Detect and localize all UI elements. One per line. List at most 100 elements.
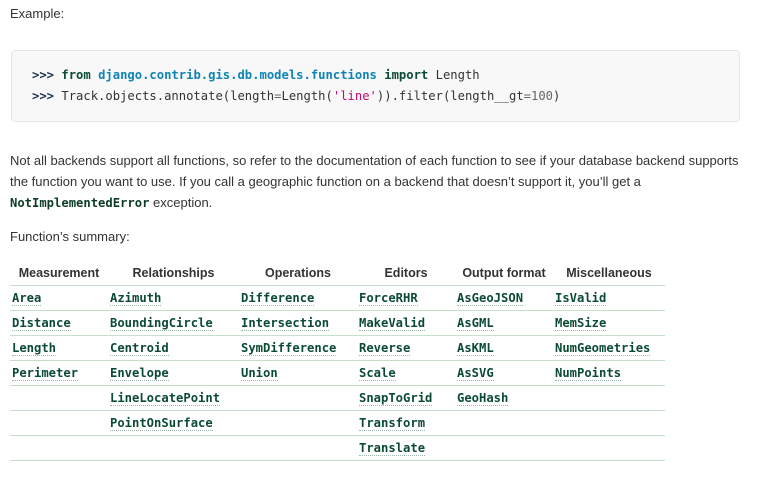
function-link[interactable]: MakeValid: [359, 316, 426, 331]
function-link[interactable]: AsGML: [457, 316, 494, 331]
table-cell: AsSVG: [455, 360, 553, 386]
table-cell: ForceRHR: [357, 285, 455, 311]
table-cell: Distance: [10, 310, 108, 336]
code-segment: )).filter(length__gt: [376, 89, 524, 103]
function-link[interactable]: Difference: [241, 291, 315, 306]
table-cell: MemSize: [553, 310, 665, 336]
function-link[interactable]: GeoHash: [457, 391, 509, 406]
function-link[interactable]: AsSVG: [457, 366, 494, 381]
table-cell: [10, 385, 108, 411]
table-cell: Azimuth: [108, 285, 239, 311]
table-cell: Perimeter: [10, 360, 108, 386]
function-link[interactable]: MemSize: [555, 316, 607, 331]
table-cell: LineLocatePoint: [108, 385, 239, 411]
header-relationships: Relationships: [108, 261, 239, 286]
inline-code-notimplementederror: NotImplementedError: [10, 196, 150, 210]
function-link[interactable]: PointOnSurface: [110, 416, 213, 431]
function-summary-table: Measurement Relationships Operations Edi…: [10, 261, 665, 461]
function-link[interactable]: BoundingCircle: [110, 316, 213, 331]
function-link[interactable]: Transform: [359, 416, 426, 431]
table-cell: Union: [239, 360, 357, 386]
function-link[interactable]: Scale: [359, 366, 396, 381]
code-number: 100: [531, 89, 554, 103]
table-cell: MakeValid: [357, 310, 455, 336]
function-link[interactable]: Centroid: [110, 341, 169, 356]
table-cell: BoundingCircle: [108, 310, 239, 336]
table-cell: [10, 410, 108, 436]
function-link[interactable]: Distance: [12, 316, 71, 331]
table-cell: NumGeometries: [553, 335, 665, 361]
function-link[interactable]: Intersection: [241, 316, 330, 331]
code-operator: =: [523, 89, 531, 103]
table-row: Translate: [10, 435, 665, 461]
function-link[interactable]: Translate: [359, 441, 426, 456]
table-header-row: Measurement Relationships Operations Edi…: [10, 261, 665, 286]
paragraph-text: exception.: [149, 195, 213, 210]
backend-support-paragraph: Not all backends support all functions, …: [10, 150, 750, 214]
header-editors: Editors: [357, 261, 455, 286]
table-cell: Intersection: [239, 310, 357, 336]
table-cell: [10, 435, 108, 461]
import-name: Length: [435, 68, 480, 82]
function-link[interactable]: Length: [12, 341, 57, 356]
table-row: Distance BoundingCircle Intersection Mak…: [10, 310, 665, 336]
prompt: >>>: [32, 89, 55, 103]
function-link[interactable]: SymDifference: [241, 341, 337, 356]
table-cell: AsGeoJSON: [455, 285, 553, 311]
header-operations: Operations: [239, 261, 357, 286]
prompt: >>>: [32, 68, 55, 82]
table-cell: Envelope: [108, 360, 239, 386]
function-link[interactable]: NumPoints: [555, 366, 622, 381]
table-cell: Centroid: [108, 335, 239, 361]
header-output-format: Output format: [455, 261, 553, 286]
function-link[interactable]: Area: [12, 291, 42, 306]
code-block: >>> from django.contrib.gis.db.models.fu…: [11, 50, 740, 122]
table-cell: NumPoints: [553, 360, 665, 386]
table-row: PointOnSurface Transform: [10, 410, 665, 436]
function-link[interactable]: AsKML: [457, 341, 494, 356]
code-string: 'line': [332, 89, 377, 103]
table-row: LineLocatePoint SnapToGrid GeoHash: [10, 385, 665, 411]
code-segment: Track.objects.annotate(length: [61, 89, 275, 103]
code-line-1: >>> from django.contrib.gis.db.models.fu…: [32, 68, 480, 82]
table-cell: [553, 435, 665, 461]
function-link[interactable]: Perimeter: [12, 366, 79, 381]
function-link[interactable]: LineLocatePoint: [110, 391, 221, 406]
function-link[interactable]: Union: [241, 366, 278, 381]
table-cell: [553, 410, 665, 436]
example-label: Example:: [10, 6, 65, 21]
keyword-import: import: [384, 68, 429, 82]
table-cell: PointOnSurface: [108, 410, 239, 436]
table-cell: SymDifference: [239, 335, 357, 361]
function-link[interactable]: Reverse: [359, 341, 411, 356]
table-row: Perimeter Envelope Union Scale AsSVG Num…: [10, 360, 665, 386]
code-operator: =: [274, 89, 282, 103]
table-cell: Transform: [357, 410, 455, 436]
code-segment: ): [553, 89, 561, 103]
paragraph-text: Not all backends support all functions, …: [10, 153, 739, 189]
table-cell: GeoHash: [455, 385, 553, 411]
table-cell: [239, 385, 357, 411]
function-link[interactable]: Azimuth: [110, 291, 162, 306]
table-cell: Length: [10, 335, 108, 361]
function-link[interactable]: NumGeometries: [555, 341, 651, 356]
function-link[interactable]: Envelope: [110, 366, 169, 381]
function-link[interactable]: AsGeoJSON: [457, 291, 524, 306]
table-row: Area Azimuth Difference ForceRHR AsGeoJS…: [10, 285, 665, 311]
table-cell: Reverse: [357, 335, 455, 361]
summary-label: Function’s summary:: [10, 229, 130, 244]
header-miscellaneous: Miscellaneous: [553, 261, 665, 286]
keyword-from: from: [61, 68, 91, 82]
code-segment: Length(: [281, 89, 333, 103]
function-link[interactable]: SnapToGrid: [359, 391, 433, 406]
table-cell: [108, 435, 239, 461]
table-row: Length Centroid SymDifference Reverse As…: [10, 335, 665, 361]
table-cell: [553, 385, 665, 411]
table-cell: [455, 435, 553, 461]
module-name: django.contrib.gis.db.models.functions: [98, 68, 377, 82]
table-cell: [239, 410, 357, 436]
function-link[interactable]: IsValid: [555, 291, 607, 306]
table-cell: AsGML: [455, 310, 553, 336]
function-link[interactable]: ForceRHR: [359, 291, 418, 306]
table-cell: AsKML: [455, 335, 553, 361]
